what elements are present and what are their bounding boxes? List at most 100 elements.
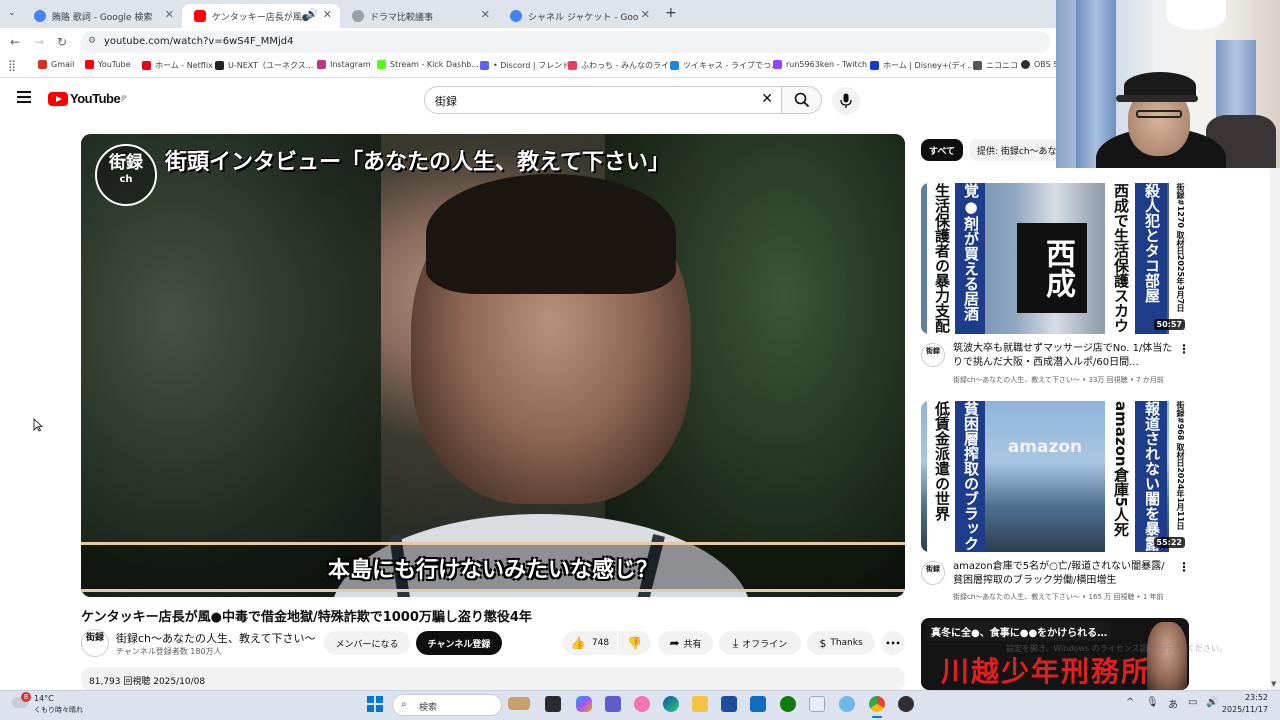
bookmark-instagram[interactable]: Instagram <box>317 60 371 69</box>
app-icon[interactable] <box>839 696 855 712</box>
bookmark-disney[interactable]: ホーム | Disney+(ディ... <box>870 60 975 71</box>
tab-lyrics-search[interactable]: 賄賂 歌詞 - Google 検索 ✕ <box>22 4 182 28</box>
weather-desc: くもり時々晴れ <box>34 706 83 714</box>
dislike-button[interactable]: 👎 <box>618 631 651 655</box>
youtube-icon <box>194 10 206 22</box>
chip-all[interactable]: すべて <box>921 139 964 161</box>
share-button[interactable]: ➦ 共有 <box>658 631 713 655</box>
copilot-icon[interactable] <box>576 696 592 712</box>
tab-youtube-video[interactable]: ケンタッキー店長が風●中毒で 🔊 ✕ <box>182 4 340 28</box>
video-player[interactable]: 街録 ch 街頭インタビュー「あなたの人生、教えて下さい」 本島にも行けないみた… <box>81 134 905 597</box>
thumbnail-caption: 殺人犯とタコ部屋 <box>1135 183 1167 334</box>
tray-chevron-icon[interactable]: ^ <box>1126 697 1134 708</box>
share-icon: ➦ <box>669 636 680 650</box>
teams-icon[interactable] <box>605 696 621 712</box>
thanks-button[interactable]: $ Thanks <box>807 631 875 655</box>
bookmark-unext[interactable]: U-NEXT（ユーネクス... <box>215 60 313 71</box>
recommendation-thumbnail[interactable]: 生活保護者の暴力支配 覚●剤が買える居酒屋 西成 西成で生活保護スカウト 殺人犯… <box>921 183 1189 334</box>
more-vert-icon[interactable]: ⋮ <box>1178 560 1190 574</box>
edge-icon[interactable] <box>663 696 679 712</box>
search-highlight-icon[interactable] <box>508 697 530 710</box>
forward-icon[interactable]: → <box>34 35 44 49</box>
recommendation-thumbnail[interactable]: 真冬に全●、食事に●●をかけられる… 川越少年刑務所 <box>921 618 1189 690</box>
close-tab-icon[interactable]: ✕ <box>323 8 332 21</box>
tab-chanel-search[interactable]: シャネル ジャケット - Google 検索 ✕ <box>498 4 658 28</box>
close-tab-icon[interactable]: ✕ <box>165 8 174 21</box>
task-view-icon[interactable] <box>545 696 561 712</box>
reload-icon[interactable]: ↻ <box>57 35 67 49</box>
recommendation-meta: 街録ch〜あなたの人生、教えて下さい〜 • 165 万 回視聴 • 1 年前 <box>953 593 1164 601</box>
address-bar[interactable]: ⚙ youtube.com/watch?v=6wS4F_MMjd4 <box>80 31 1050 53</box>
tab-drama[interactable]: ドラマ比較議事 ✕ <box>340 4 498 28</box>
bookmark-twitcasting[interactable]: ツイキャス - ライブでつ... <box>670 60 779 71</box>
close-tab-icon[interactable]: ✕ <box>481 8 490 21</box>
thumbnail-caption: 覚●剤が買える居酒屋 <box>955 183 985 334</box>
recommendation-title[interactable]: amazon倉庫で5名が○亡/報道されない闇暴露/貧困層搾取のブラック労働/横田… <box>953 560 1173 588</box>
clock-time[interactable]: 23:52 <box>1228 693 1268 702</box>
back-icon[interactable]: ← <box>10 35 20 49</box>
subscribe-button[interactable]: チャンネル登録 <box>416 631 502 655</box>
tab-search-chevron-icon[interactable]: ⌄ <box>8 8 16 18</box>
recommendation-title[interactable]: 筑波大卒も就職せずマッサージ店でNo. 1/体当たりで挑んだ大阪・西成潜入ルポ/… <box>953 342 1173 370</box>
new-tab-button[interactable]: + <box>665 5 677 21</box>
chrome-active-indicator <box>872 716 882 718</box>
offline-download-button[interactable]: ⤓ オフライン <box>719 631 801 655</box>
apps-icon[interactable]: ⣿ <box>8 59 16 72</box>
store-icon[interactable] <box>721 696 737 712</box>
taskbar-search[interactable]: ⌕ 検索 <box>392 694 502 716</box>
network-icon[interactable]: ▭ <box>1188 697 1197 708</box>
ime-indicator[interactable]: あ <box>1168 696 1178 711</box>
bookmark-twitch[interactable]: run5963ken - Twitch <box>773 60 867 69</box>
voice-search-button[interactable] <box>832 87 860 115</box>
bookmark-gmail[interactable]: Gmail <box>38 60 74 69</box>
more-vert-icon[interactable]: ⋮ <box>1178 342 1190 356</box>
microphone-tray-icon[interactable]: 🎙 <box>1146 697 1159 708</box>
chip-channel[interactable]: 提供: 街録ch〜あな <box>969 139 1056 161</box>
join-member-button[interactable]: メンバーになる <box>324 631 410 655</box>
more-actions-button[interactable]: ••• <box>881 631 905 655</box>
search-icon: ⌕ <box>401 699 407 710</box>
webcam-glasses <box>1136 110 1182 118</box>
recommendation-thumbnail[interactable]: 低賃金派遣の世界 貧困層搾取のブラック労働 amazon amazon倉庫5人死… <box>921 401 1189 552</box>
disney-icon <box>870 61 879 70</box>
notepad-icon[interactable] <box>809 696 825 712</box>
netflix-icon <box>142 61 151 70</box>
bookmark-netflix[interactable]: ホーム - Netflix <box>142 60 213 71</box>
bookmark-youtube[interactable]: YouTube <box>85 60 131 69</box>
obs-icon[interactable] <box>898 696 914 712</box>
channel-watermark-logo: 街録 ch <box>95 144 157 206</box>
clock-date[interactable]: 2025/11/17 <box>1216 705 1268 714</box>
clear-search-icon[interactable]: ✕ <box>761 91 773 107</box>
bookmark-obs[interactable]: OBS S <box>1021 60 1058 69</box>
channel-avatar[interactable]: 街録 <box>81 629 109 657</box>
file-explorer-icon[interactable] <box>692 696 708 712</box>
speaker-icon[interactable]: 🔊 <box>306 9 318 20</box>
scroll-down-arrow-icon[interactable]: ▼ <box>1271 680 1276 688</box>
windows-start-icon[interactable] <box>367 696 383 712</box>
page-scrollbar[interactable]: ▼ <box>1270 168 1280 690</box>
search-icon <box>794 92 810 108</box>
site-info-icon[interactable]: ⚙ <box>88 36 96 46</box>
outlook-icon[interactable] <box>750 696 766 712</box>
menu-icon[interactable] <box>17 91 31 103</box>
like-button[interactable]: 👍 748 <box>563 631 617 655</box>
kick-icon <box>377 60 386 69</box>
obs-icon <box>1021 60 1030 69</box>
youtube-logo[interactable]: YouTube JP <box>48 91 127 106</box>
bookmark-niconico[interactable]: ニコニコ <box>973 60 1018 71</box>
chrome-icon[interactable] <box>869 696 885 712</box>
bookmark-kick[interactable]: Stream - Kick Dashb... <box>377 60 479 69</box>
xbox-icon[interactable] <box>780 696 796 712</box>
search-input[interactable]: 街録 ✕ <box>424 86 782 114</box>
bookmark-discord[interactable]: • Discord | フレンド <box>480 60 570 71</box>
weather-temp[interactable]: 14°C <box>34 694 54 703</box>
close-tab-icon[interactable]: ✕ <box>641 8 650 21</box>
notification-badge: 8 <box>21 692 31 702</box>
search-button[interactable] <box>782 86 822 114</box>
recommendation-channel-avatar[interactable]: 街録 <box>921 561 945 585</box>
bookmark-fuwacchi[interactable]: ふわっち - みんなのライ... <box>568 60 677 71</box>
app-icon[interactable] <box>634 696 650 712</box>
recommendation-channel-avatar[interactable]: 街録 <box>921 343 945 367</box>
channel-name[interactable]: 街録ch〜あなたの人生、教えて下さい〜 <box>116 630 315 646</box>
description-box[interactable]: 81,793 回視聴 2025/10/08 <box>81 667 905 691</box>
